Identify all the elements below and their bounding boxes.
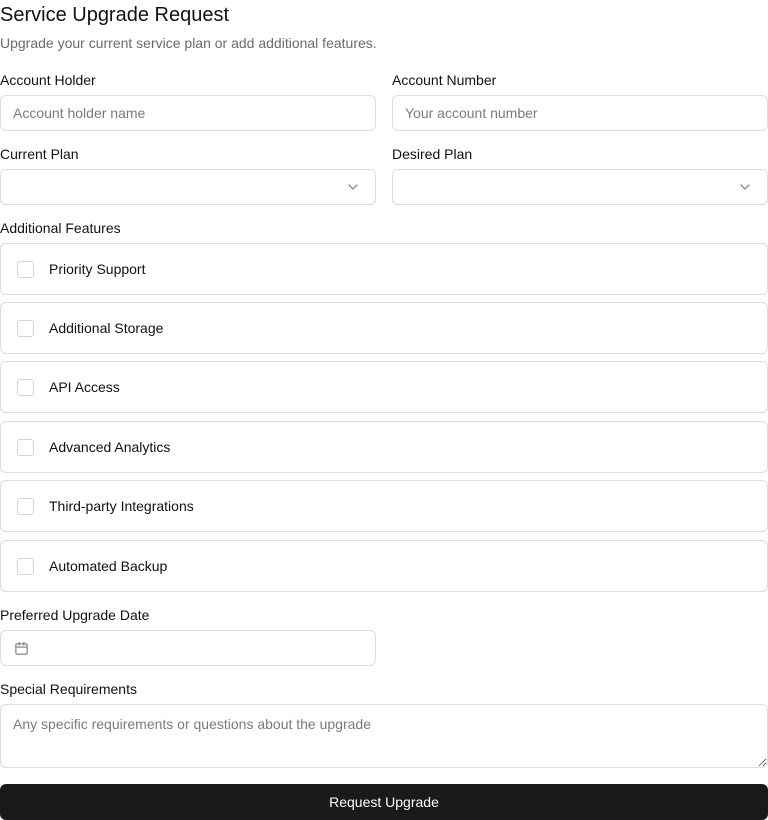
- upgrade-date-picker[interactable]: [0, 630, 376, 666]
- feature-option-automated-backup[interactable]: Automated Backup: [0, 540, 768, 592]
- feature-checkbox[interactable]: [17, 558, 34, 575]
- feature-label: Priority Support: [49, 261, 146, 277]
- chevron-down-icon: [740, 184, 750, 190]
- feature-label: Automated Backup: [49, 558, 168, 574]
- desired-plan-select[interactable]: [392, 169, 768, 205]
- chevron-down-icon: [348, 184, 358, 190]
- desired-plan-label: Desired Plan: [392, 146, 473, 162]
- upgrade-date-label: Preferred Upgrade Date: [0, 607, 150, 623]
- feature-checkbox[interactable]: [17, 439, 34, 456]
- calendar-icon: [15, 641, 28, 655]
- additional-features-label: Additional Features: [0, 220, 121, 236]
- account-holder-input[interactable]: [0, 95, 376, 131]
- form-title: Service Upgrade Request: [0, 4, 230, 26]
- feature-option-api-access[interactable]: API Access: [0, 361, 768, 413]
- account-number-label: Account Number: [392, 72, 497, 88]
- feature-label: Third-party Integrations: [49, 498, 194, 514]
- form-subtitle: Upgrade your current service plan or add…: [0, 35, 377, 51]
- current-plan-label: Current Plan: [0, 146, 79, 162]
- feature-label: Advanced Analytics: [49, 439, 171, 455]
- current-plan-select[interactable]: [0, 169, 376, 205]
- feature-checkbox[interactable]: [17, 261, 34, 278]
- feature-option-additional-storage[interactable]: Additional Storage: [0, 302, 768, 354]
- special-requirements-label: Special Requirements: [0, 681, 137, 697]
- account-number-input[interactable]: [392, 95, 768, 131]
- feature-option-third-party-integrations[interactable]: Third-party Integrations: [0, 480, 768, 532]
- feature-checkbox[interactable]: [17, 379, 34, 396]
- feature-option-advanced-analytics[interactable]: Advanced Analytics: [0, 421, 768, 473]
- feature-label: API Access: [49, 379, 120, 395]
- feature-checkbox[interactable]: [17, 498, 34, 515]
- feature-option-priority-support[interactable]: Priority Support: [0, 243, 768, 295]
- feature-checkbox[interactable]: [17, 320, 34, 337]
- request-upgrade-button[interactable]: Request Upgrade: [0, 784, 768, 820]
- special-requirements-textarea[interactable]: [0, 704, 768, 768]
- feature-label: Additional Storage: [49, 320, 164, 336]
- account-holder-label: Account Holder: [0, 72, 96, 88]
